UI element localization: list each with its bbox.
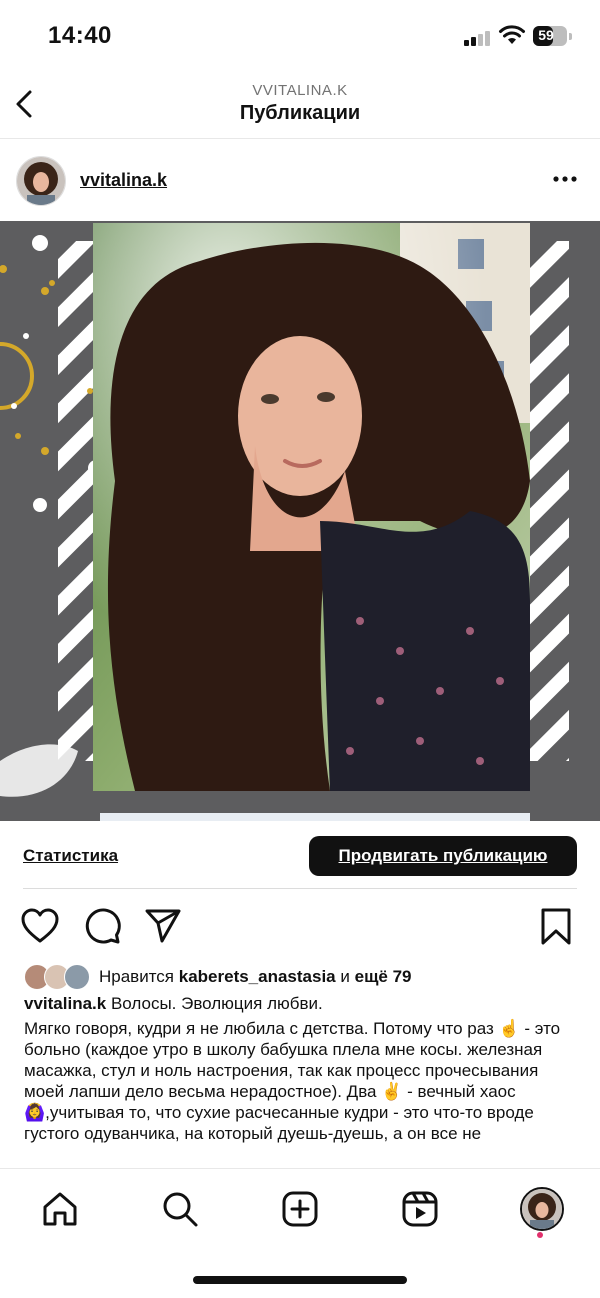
share-icon[interactable] (143, 905, 183, 949)
cellular-signal-icon (464, 30, 492, 46)
post-username[interactable]: vvitalina.k (80, 170, 167, 191)
likes-prefix: Нравится (99, 967, 175, 986)
status-time: 14:40 (48, 22, 112, 49)
notification-dot (537, 1232, 543, 1238)
likes-row[interactable]: Нравится kaberets_anastasia и ещё 79 (0, 962, 600, 992)
home-indicator (193, 1276, 407, 1284)
more-options-icon[interactable] (552, 168, 578, 190)
reels-icon[interactable] (400, 1189, 440, 1229)
likes-text: Нравится kaberets_anastasia и ещё 79 (99, 967, 412, 987)
caption-title: Волосы. Эволюция любви. (110, 994, 323, 1013)
caption-body: Мягко говоря, кудри я не любила с детств… (24, 1019, 561, 1143)
post-photo[interactable] (0, 221, 600, 821)
heart-icon[interactable] (20, 905, 60, 949)
divider (23, 888, 577, 889)
avatar[interactable] (16, 156, 66, 206)
create-icon[interactable] (280, 1189, 320, 1229)
battery-level: 59 (538, 27, 554, 43)
home-icon[interactable] (40, 1189, 80, 1229)
likes-and: и (340, 967, 350, 986)
search-icon[interactable] (160, 1189, 200, 1229)
status-bar: 14:40 59 (0, 0, 600, 70)
navigation-bar: VVITALINA.K Публикации (0, 70, 600, 139)
page-title: Публикации (239, 102, 361, 124)
likes-user[interactable]: kaberets_anastasia (179, 967, 336, 986)
post-actions (0, 905, 600, 951)
likes-more[interactable]: ещё 79 (355, 967, 412, 986)
profile-icon[interactable] (520, 1187, 564, 1231)
post-caption: vvitalina.k Волосы. Эволюция любви. Мягк… (24, 993, 579, 1163)
post-insights-bar: Статистика Продвигать публикацию (0, 822, 600, 889)
liker-avatars (24, 964, 94, 990)
nav-subtitle: VVITALINA.K (252, 82, 348, 99)
caption-username[interactable]: vvitalina.k (24, 994, 106, 1013)
post-header: vvitalina.k (0, 140, 600, 220)
bookmark-icon[interactable] (536, 905, 576, 949)
post-image (0, 221, 600, 821)
battery-icon: 59 (533, 26, 572, 46)
statistics-link[interactable]: Статистика (23, 846, 118, 866)
promote-post-button[interactable]: Продвигать публикацию (309, 836, 577, 876)
wifi-icon (499, 25, 525, 44)
comment-icon[interactable] (82, 905, 122, 949)
